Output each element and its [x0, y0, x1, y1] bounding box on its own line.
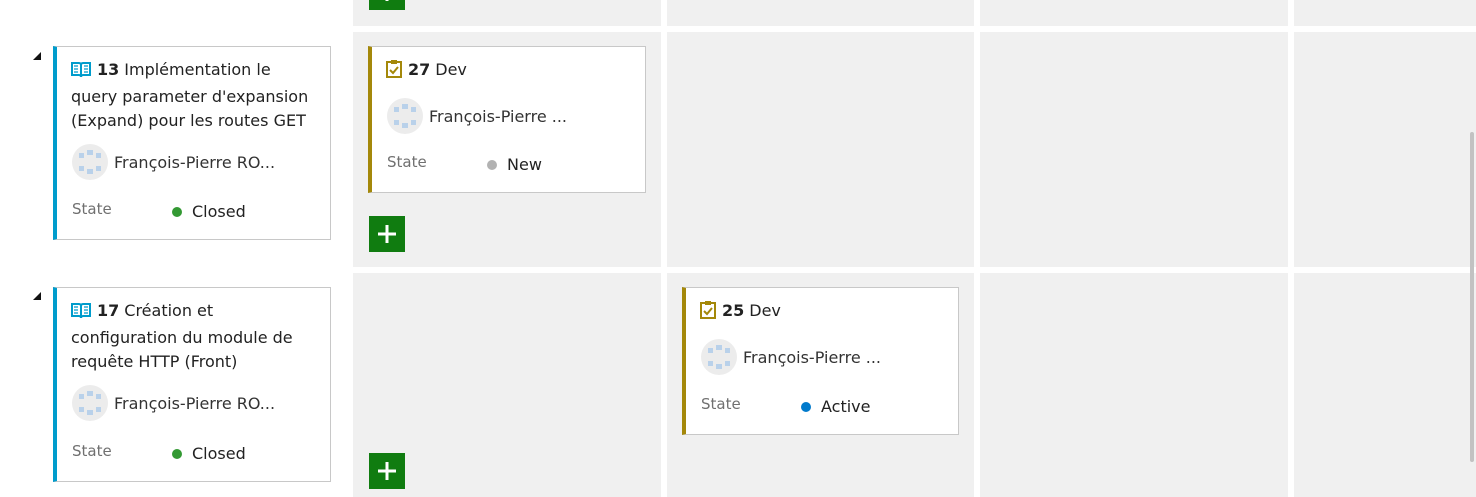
- plus-icon: [378, 225, 396, 243]
- state-field: State Closed: [72, 200, 320, 224]
- story-card-header: 13 Implémentation le query parameter d'ex…: [71, 58, 318, 133]
- task-clipboard-icon: [700, 300, 716, 326]
- board-cell: [980, 273, 1288, 497]
- state-label: State: [72, 200, 112, 218]
- state-text: Closed: [192, 202, 246, 221]
- state-label: State: [72, 442, 112, 460]
- assignee[interactable]: François-Pierre RO...: [72, 144, 275, 180]
- add-task-button[interactable]: [369, 0, 405, 10]
- board-cell: [1294, 32, 1476, 267]
- avatar: [72, 144, 108, 180]
- state-value[interactable]: Closed: [172, 444, 246, 463]
- board-cell: [667, 0, 974, 26]
- assignee-name: François-Pierre ...: [743, 347, 881, 367]
- avatar: [701, 339, 737, 375]
- state-text: Active: [821, 397, 871, 416]
- assignee-name: François-Pierre RO...: [114, 152, 276, 172]
- state-value[interactable]: Active: [801, 397, 871, 416]
- board-cell-active: [667, 32, 974, 267]
- state-dot-icon: [172, 448, 182, 459]
- work-item-id: 13: [97, 60, 120, 79]
- task-card-header: 25 Dev: [700, 299, 946, 326]
- state-field: State Active: [701, 395, 948, 419]
- plus-icon: [385, 0, 389, 1]
- work-item-id: 25: [722, 301, 745, 320]
- state-value[interactable]: New: [487, 155, 542, 174]
- state-field: State New: [387, 153, 635, 177]
- book-icon: [71, 302, 91, 326]
- state-text: Closed: [192, 444, 246, 463]
- task-card[interactable]: 27 Dev François-Pierre ... State New: [368, 46, 646, 193]
- task-card[interactable]: 25 Dev François-Pierre ... State Active: [682, 287, 959, 435]
- board-cell: [1294, 0, 1476, 26]
- avatar: [72, 385, 108, 421]
- work-item-id: 27: [408, 60, 431, 79]
- state-label: State: [701, 395, 741, 413]
- work-item-title[interactable]: Dev: [435, 60, 467, 79]
- work-item-id: 17: [97, 301, 120, 320]
- state-value[interactable]: Closed: [172, 202, 246, 221]
- task-clipboard-icon: [386, 59, 402, 85]
- state-field: State Closed: [72, 442, 320, 466]
- taskboard: 13 Implémentation le query parameter d'ex…: [0, 0, 1476, 497]
- vertical-scrollbar[interactable]: [1470, 132, 1474, 462]
- story-card[interactable]: 13 Implémentation le query parameter d'ex…: [53, 46, 331, 240]
- add-task-button[interactable]: [369, 216, 405, 252]
- row-collapse-toggle[interactable]: [33, 52, 41, 60]
- plus-icon: [378, 462, 396, 480]
- board-cell: [1294, 273, 1476, 497]
- state-dot-icon: [801, 401, 811, 412]
- avatar: [387, 98, 423, 134]
- story-card-header: 17 Création et configuration du module de…: [71, 299, 318, 374]
- task-card-header: 27 Dev: [386, 58, 633, 85]
- board-cell: [353, 0, 661, 26]
- assignee-name: François-Pierre RO...: [114, 393, 276, 413]
- assignee[interactable]: François-Pierre ...: [387, 98, 567, 134]
- story-card[interactable]: 17 Création et configuration du module de…: [53, 287, 331, 482]
- row-collapse-toggle[interactable]: [33, 292, 41, 300]
- board-cell: [980, 32, 1288, 267]
- book-icon: [71, 61, 91, 85]
- state-label: State: [387, 153, 427, 171]
- state-dot-icon: [487, 159, 497, 170]
- work-item-title[interactable]: Dev: [749, 301, 781, 320]
- add-task-button[interactable]: [369, 453, 405, 489]
- state-dot-icon: [172, 206, 182, 217]
- board-cell: [980, 0, 1288, 26]
- assignee[interactable]: François-Pierre RO...: [72, 385, 275, 421]
- state-text: New: [507, 155, 542, 174]
- assignee-name: François-Pierre ...: [429, 106, 567, 126]
- assignee[interactable]: François-Pierre ...: [701, 339, 881, 375]
